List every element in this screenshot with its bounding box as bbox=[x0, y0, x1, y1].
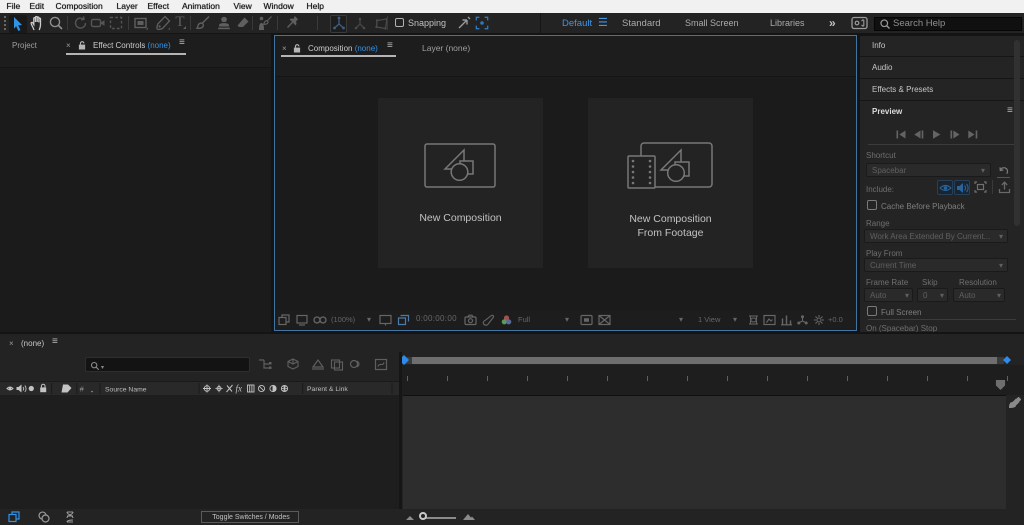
svg-text:#: # bbox=[80, 385, 85, 394]
svg-text:Parent & Link: Parent & Link bbox=[307, 386, 348, 393]
svg-text:Source Name: Source Name bbox=[105, 386, 147, 393]
svg-text:fx: fx bbox=[236, 384, 243, 394]
